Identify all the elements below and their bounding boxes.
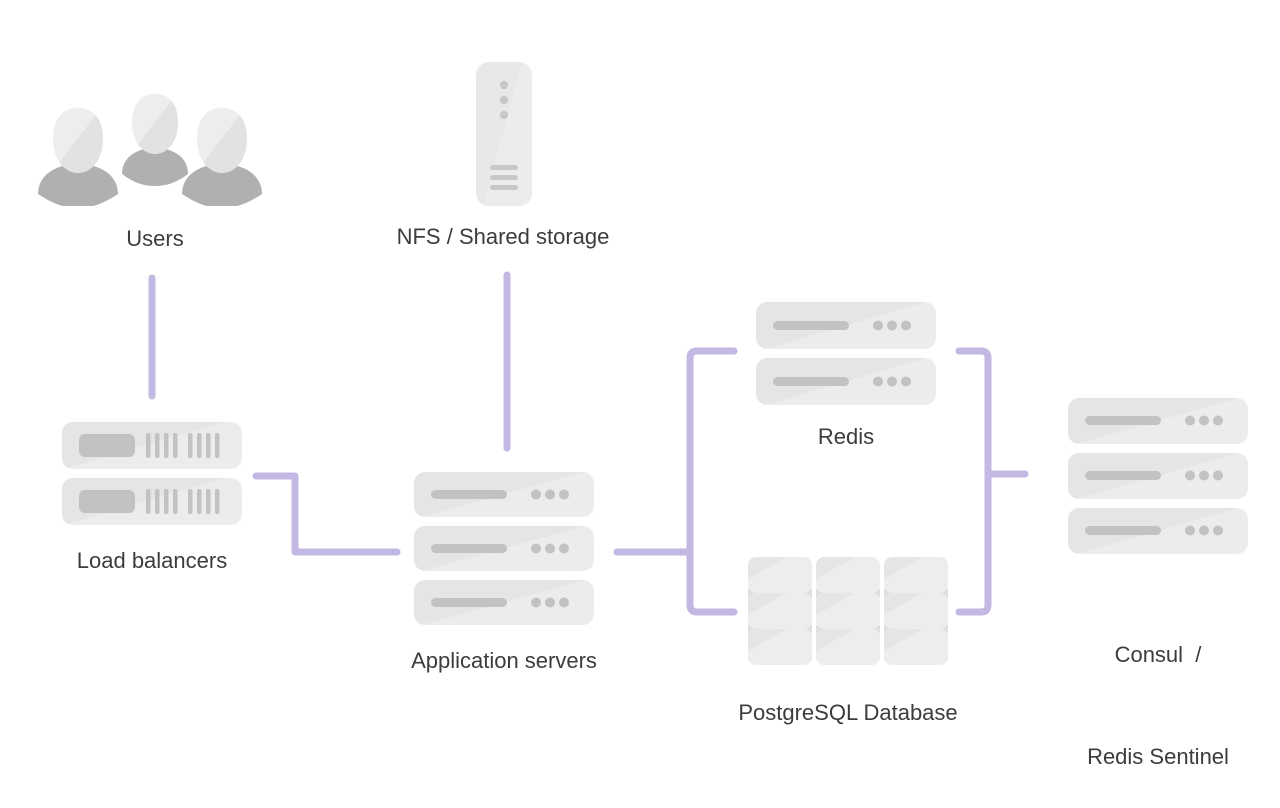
server-unit-1 [414,472,594,517]
user-figure-right [182,108,262,206]
database-column-2 [816,557,880,665]
server-unit-2 [414,526,594,571]
server-unit-3 [414,580,594,625]
server-unit-3 [1068,508,1248,554]
label-redis: Redis [817,424,875,449]
bracket-right-data-tier [955,347,992,616]
server-unit-1 [1068,398,1248,444]
label-postgresql-database: PostgreSQL Database [738,700,958,725]
bracket-left-data-tier [686,347,738,616]
node-nfs-shared-storage[interactable] [476,62,532,206]
label-users: Users [126,226,184,251]
storage-icon [476,62,532,206]
connector-load-balancers-to-application-servers [252,472,401,556]
storage-vent-bars [490,165,518,190]
user-figure-left [38,108,118,206]
user-figure-middle [122,94,188,186]
server-stack-icon [1068,398,1248,554]
label-load-balancers: Load balancers [76,548,228,573]
node-redis[interactable] [756,302,936,406]
label-application-servers: Application servers [411,648,597,673]
users-icon [38,94,262,206]
label-consul-redis-sentinel: Consul / Redis Sentinel [1058,570,1258,808]
node-postgresql-database[interactable] [746,557,950,665]
database-column-1 [748,557,812,665]
node-load-balancers[interactable] [62,422,242,526]
database-grid-icon [748,557,948,665]
server-stack-icon [756,302,936,405]
load-balancer-unit-1 [62,422,242,469]
server-unit-1 [756,302,936,349]
server-unit-2 [1068,453,1248,499]
label-consul-line-2: Redis Sentinel [1087,744,1229,769]
label-consul-line-1: Consul / [1114,642,1202,667]
load-balancer-icon [62,422,242,525]
server-unit-2 [756,358,936,405]
node-users[interactable] [30,78,280,206]
label-nfs-shared-storage: NFS / Shared storage [396,224,610,249]
server-stack-icon [414,472,594,625]
storage-status-dots [499,80,509,120]
load-balancer-unit-2 [62,478,242,525]
database-column-3 [884,557,948,665]
node-consul-redis-sentinel[interactable] [1068,398,1248,558]
node-application-servers[interactable] [414,472,594,632]
